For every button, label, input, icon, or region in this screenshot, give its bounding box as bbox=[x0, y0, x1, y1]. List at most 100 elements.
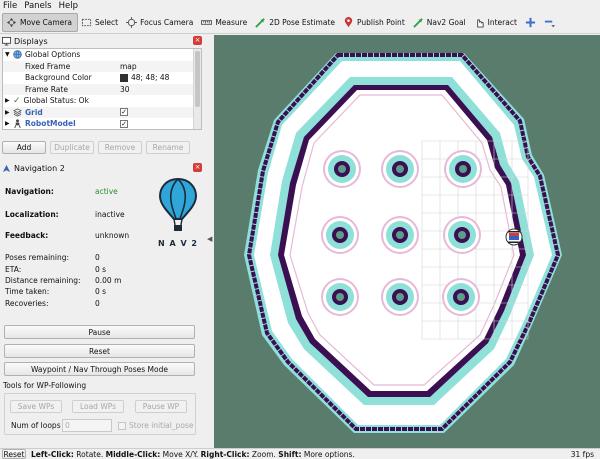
tool-select[interactable]: Select bbox=[78, 13, 123, 32]
expand-icon[interactable]: ▶ bbox=[5, 109, 13, 116]
menu-file[interactable]: File bbox=[3, 1, 17, 11]
duplicate-display-button[interactable]: Duplicate bbox=[50, 141, 94, 154]
reset-button[interactable]: Reset bbox=[4, 344, 195, 358]
navigation-label: Navigation: bbox=[5, 187, 54, 196]
tool-interact[interactable]: Interact bbox=[471, 13, 522, 32]
wp-following-group: Save WPs Load WPs Pause WP Num of loops … bbox=[4, 393, 196, 435]
distance-remaining-label: Distance remaining: bbox=[5, 276, 81, 285]
occupancy-map bbox=[244, 53, 562, 433]
nav2-goal-icon bbox=[413, 18, 423, 28]
tree-label: Background Color bbox=[25, 73, 92, 83]
waypoint-mode-button[interactable]: Waypoint / Nav Through Poses Mode bbox=[4, 362, 195, 376]
tree-label: Fixed Frame bbox=[25, 61, 71, 71]
color-swatch bbox=[120, 73, 128, 82]
nav2-title: Navigation 2 bbox=[14, 163, 65, 173]
collapse-arrow-icon[interactable]: ◀ bbox=[207, 235, 212, 243]
nav2-close-icon[interactable]: × bbox=[193, 163, 202, 172]
focus-camera-icon bbox=[126, 17, 138, 28]
remove-tool-button[interactable] bbox=[541, 13, 560, 32]
frame-rate-value[interactable]: 30 bbox=[120, 85, 130, 94]
menu-panels[interactable]: Panels bbox=[24, 1, 51, 11]
tool-publish-point-label: Publish Point bbox=[357, 18, 405, 27]
tree-label: Global Options bbox=[25, 50, 81, 60]
recoveries-label: Recoveries: bbox=[5, 299, 49, 308]
menu-help[interactable]: Help bbox=[59, 1, 78, 11]
tree-label: Global Status: Ok bbox=[23, 96, 89, 106]
eta-label: ETA: bbox=[5, 265, 22, 274]
add-tool-button[interactable] bbox=[522, 13, 541, 32]
remove-display-button[interactable]: Remove bbox=[98, 141, 142, 154]
tree-label: RobotModel bbox=[25, 119, 76, 129]
load-wps-button[interactable]: Load WPs bbox=[72, 400, 124, 413]
pause-button[interactable]: Pause bbox=[4, 325, 195, 339]
background-color-value[interactable]: 48; 48; 48 bbox=[120, 73, 169, 82]
tree-row-global-status[interactable]: ▶ ✓ Global Status: Ok bbox=[3, 95, 201, 107]
distance-remaining-value: 0.00 m bbox=[95, 276, 122, 285]
rename-display-button[interactable]: Rename bbox=[146, 141, 190, 154]
interact-icon bbox=[476, 19, 484, 28]
displays-close-icon[interactable]: × bbox=[193, 36, 202, 45]
move-camera-icon bbox=[6, 17, 17, 28]
tree-label: Frame Rate bbox=[25, 84, 68, 94]
tree-row-grid[interactable]: ▶ Grid ✓ bbox=[3, 106, 201, 118]
minus-dropdown-icon bbox=[544, 20, 555, 28]
tool-2d-pose-estimate-label: 2D Pose Estimate bbox=[269, 18, 336, 27]
background-color-text: 48; 48; 48 bbox=[131, 73, 170, 83]
grid-checkbox[interactable]: ✓ bbox=[120, 108, 128, 117]
tree-row-frame-rate[interactable]: Frame Rate 30 bbox=[3, 83, 201, 95]
pause-wp-button[interactable]: Pause WP bbox=[135, 400, 187, 413]
tool-measure[interactable]: Measure bbox=[198, 13, 252, 32]
tf-checkbox[interactable]: ✓ bbox=[120, 130, 128, 131]
expand-icon[interactable]: ▶ bbox=[5, 120, 13, 127]
toolbar: Move Camera Select Focus Camera Measure … bbox=[0, 12, 600, 34]
tf-icon bbox=[13, 130, 22, 131]
select-icon bbox=[81, 18, 92, 27]
displays-button-row: Add Duplicate Remove Rename bbox=[2, 141, 202, 154]
tool-move-camera[interactable]: Move Camera bbox=[2, 13, 78, 32]
tree-row-global-options[interactable]: ▼ Global Options bbox=[3, 49, 201, 61]
poses-remaining-label: Poses remaining: bbox=[5, 253, 70, 262]
tool-measure-label: Measure bbox=[215, 18, 248, 27]
hint-left-key: Left-Click: bbox=[31, 449, 74, 459]
expand-icon[interactable]: ▶ bbox=[5, 97, 13, 104]
nav2-logo-text: N A V 2 bbox=[158, 239, 198, 248]
tool-publish-point[interactable]: Publish Point bbox=[340, 13, 410, 32]
time-taken-value: 0 s bbox=[95, 287, 107, 296]
tool-2d-pose-estimate[interactable]: 2D Pose Estimate bbox=[252, 13, 340, 32]
tree-row-background-color[interactable]: Background Color 48; 48; 48 bbox=[3, 72, 201, 84]
tree-row-fixed-frame[interactable]: Fixed Frame map bbox=[3, 60, 201, 72]
hint-right: Zoom. bbox=[251, 449, 276, 459]
robotmodel-checkbox[interactable]: ✓ bbox=[120, 119, 128, 128]
expand-icon[interactable]: ▼ bbox=[5, 51, 13, 58]
render-viewport[interactable] bbox=[214, 35, 600, 448]
fixed-frame-value[interactable]: map bbox=[120, 62, 137, 71]
wp-following-section-title: Tools for WP-Following bbox=[3, 381, 87, 390]
tool-nav2-goal[interactable]: Nav2 Goal bbox=[410, 13, 471, 32]
hint-left: Rotate. bbox=[76, 449, 104, 459]
store-initial-pose-label: Store initial_pose bbox=[129, 421, 194, 430]
fps-counter: 31 fps bbox=[570, 449, 594, 459]
expand-icon[interactable]: ▶ bbox=[5, 130, 13, 131]
tree-row-tf[interactable]: ▶ TF ✓ bbox=[3, 130, 201, 131]
tree-label: TF bbox=[25, 130, 35, 131]
add-display-button[interactable]: Add bbox=[2, 141, 46, 154]
globe-icon bbox=[13, 50, 22, 59]
hint-right-key: Right-Click: bbox=[200, 449, 250, 459]
tool-focus-camera-label: Focus Camera bbox=[140, 18, 194, 27]
displays-tree: ▼ Global Options Fixed Frame map Backgro… bbox=[2, 48, 202, 130]
num-loops-input[interactable]: 0 bbox=[62, 419, 112, 432]
tool-focus-camera[interactable]: Focus Camera bbox=[123, 13, 198, 32]
grid-icon bbox=[13, 108, 22, 117]
tree-scroll-thumb[interactable] bbox=[195, 51, 200, 107]
panel-splitter[interactable]: ◀ bbox=[205, 35, 214, 448]
pose-estimate-icon bbox=[255, 18, 266, 28]
recoveries-value: 0 bbox=[95, 299, 100, 308]
tree-row-robotmodel[interactable]: ▶ RobotModel ✓ bbox=[3, 118, 201, 129]
nav2-header: Navigation 2 × bbox=[0, 162, 205, 174]
monitor-icon bbox=[2, 36, 11, 46]
save-wps-button[interactable]: Save WPs bbox=[10, 400, 62, 413]
measure-icon bbox=[201, 20, 213, 25]
store-initial-pose-checkbox[interactable] bbox=[118, 422, 126, 430]
reset-view-button[interactable]: Reset bbox=[2, 449, 26, 459]
tree-scrollbar[interactable] bbox=[193, 49, 201, 129]
